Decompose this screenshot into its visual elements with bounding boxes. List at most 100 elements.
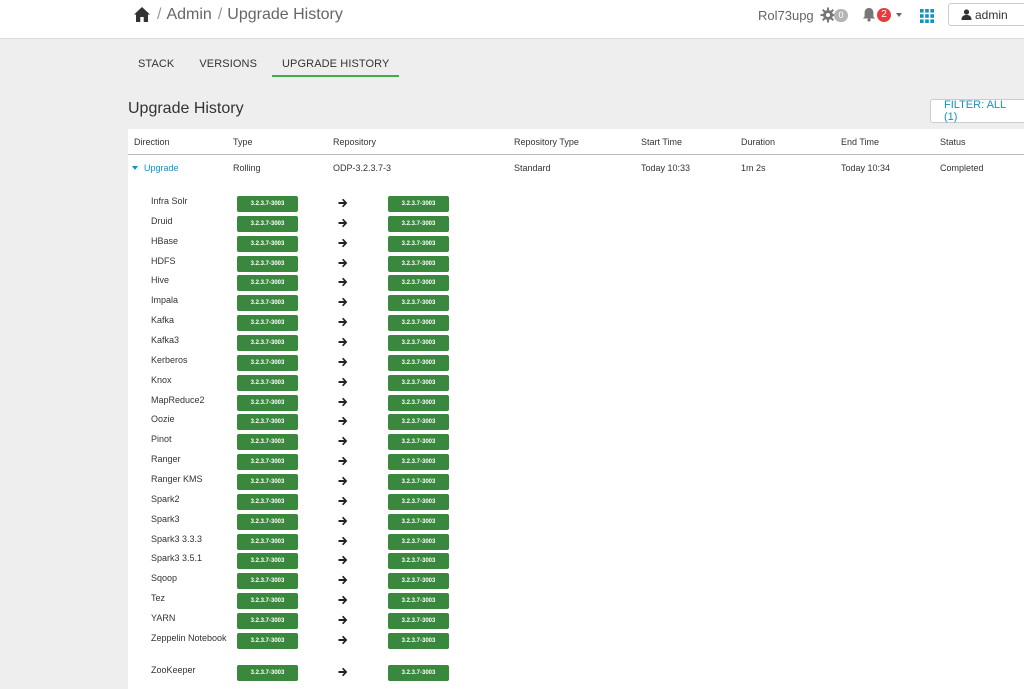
- to-version-badge: 3.2.3.7-3003: [388, 434, 449, 451]
- admin-tabs: STACK VERSIONS UPGRADE HISTORY: [128, 56, 404, 77]
- to-version-badge: 3.2.3.7-3003: [388, 196, 449, 212]
- arrow-right-icon: [338, 337, 348, 347]
- from-version-badge: 3.2.3.7-3003: [237, 454, 298, 471]
- from-version-badge: 3.2.3.7-3003: [237, 275, 298, 292]
- user-menu-button[interactable]: admin: [948, 3, 1024, 26]
- from-version-badge: 3.2.3.7-3003: [237, 573, 298, 590]
- arrow-right-icon: [338, 377, 348, 386]
- column-header[interactable]: Start Time: [641, 137, 682, 147]
- from-version-badge: 3.2.3.7-3003: [237, 493, 298, 510]
- apps-grid-icon[interactable]: [920, 9, 934, 23]
- background-ops-button[interactable]: 0: [820, 7, 848, 23]
- from-version-badge: 3.2.3.7-3003: [237, 593, 298, 609]
- service-row: MapReduce2 3.2.3.7-3003 3.2.3.7-3003: [151, 394, 551, 412]
- table-row[interactable]: Upgrade Rolling ODP-3.2.3.7-3 Standard T…: [128, 155, 1024, 181]
- duration: 1m 2s: [741, 163, 766, 173]
- column-header[interactable]: Direction: [134, 137, 170, 147]
- service-name: Hive: [151, 275, 170, 286]
- from-version-badge: 3.2.3.7-3003: [237, 513, 298, 530]
- column-header[interactable]: Repository Type: [514, 137, 579, 147]
- service-row: Zeppelin Notebook 3.2.3.7-3003 3.2.3.7-300…: [151, 632, 551, 650]
- from-version-badge: 3.2.3.7-3003: [237, 533, 298, 550]
- from-version-badge: 3.2.3.7-3003: [237, 335, 298, 351]
- service-name: Ranger: [151, 454, 181, 465]
- to-version-badge: 3.2.3.7-3003: [388, 295, 449, 312]
- alerts-button[interactable]: 2: [862, 7, 902, 22]
- from-version-badge: 3.2.3.7-3003: [237, 196, 298, 212]
- to-version-badge: 3.2.3.7-3003: [388, 553, 449, 570]
- service-row: Kerberos 3.2.3.7-3003 3.2.3.7-3003: [151, 354, 551, 372]
- to-version-badge: 3.2.3.7-3003: [388, 315, 449, 332]
- from-version-badge: 3.2.3.7-3003: [237, 235, 298, 252]
- service-name: Pinot: [151, 434, 172, 445]
- service-row: Kafka 3.2.3.7-3003 3.2.3.7-3003: [151, 314, 551, 332]
- arrow-right-icon: [338, 667, 348, 676]
- service-name: Kafka3: [151, 335, 180, 345]
- service-row: HBase 3.2.3.7-3003 3.2.3.7-3003: [151, 235, 551, 253]
- ops-count-badge: 0: [834, 8, 848, 22]
- breadcrumb-admin[interactable]: Admin: [166, 6, 211, 24]
- service-name: HDFS: [151, 255, 176, 266]
- direction-link[interactable]: Upgrade: [144, 163, 179, 173]
- column-header[interactable]: Status: [940, 137, 966, 147]
- arrow-right-icon: [338, 397, 348, 406]
- arrow-right-icon: [338, 436, 348, 446]
- arrow-right-icon: [338, 297, 348, 307]
- service-name: Ranger KMS: [151, 473, 203, 484]
- column-header[interactable]: End Time: [841, 137, 879, 147]
- service-row: Knox 3.2.3.7-3003 3.2.3.7-3003: [151, 374, 551, 392]
- filter-dropdown[interactable]: FILTER: ALL (1): [930, 99, 1024, 123]
- to-version-badge: 3.2.3.7-3003: [388, 394, 449, 411]
- start-time: Today 10:33: [641, 163, 691, 173]
- top-navbar: / Admin / Upgrade History Rol73upg 0 2 a…: [0, 0, 1024, 39]
- arrow-right-icon: [338, 575, 348, 585]
- to-version-badge: 3.2.3.7-3003: [388, 612, 449, 629]
- to-version-badge: 3.2.3.7-3003: [388, 235, 449, 252]
- to-version-badge: 3.2.3.7-3003: [388, 493, 449, 510]
- service-row: Ranger KMS 3.2.3.7-3003 3.2.3.7-3003: [151, 473, 551, 491]
- service-row: Kafka3 3.2.3.7-3003 3.2.3.7-3003: [151, 334, 551, 352]
- alerts-count-badge: 2: [877, 7, 891, 22]
- column-header[interactable]: Duration: [741, 137, 775, 147]
- arrow-right-icon: [338, 357, 348, 367]
- from-version-badge: 3.2.3.7-3003: [237, 632, 298, 649]
- cluster-name: Rol73upg: [758, 8, 814, 23]
- tab-stack[interactable]: STACK: [128, 56, 184, 75]
- home-icon[interactable]: [133, 6, 151, 24]
- chevron-down-icon: [132, 166, 138, 170]
- tab-upgrade-history[interactable]: UPGRADE HISTORY: [272, 56, 400, 77]
- user-name: admin: [975, 7, 1008, 22]
- arrow-right-icon: [338, 218, 348, 228]
- service-name: Impala: [151, 295, 179, 306]
- service-name: Knox: [151, 374, 172, 385]
- page-title: Upgrade History: [128, 100, 244, 117]
- service-row: Druid 3.2.3.7-3003 3.2.3.7-3003: [151, 215, 551, 233]
- service-name: Druid: [151, 215, 173, 226]
- arrow-right-icon: [338, 496, 348, 506]
- column-header[interactable]: Type: [233, 137, 253, 147]
- service-row: Spark3 3.2.3.7-3003 3.2.3.7-3003: [151, 513, 551, 531]
- arrow-right-icon: [338, 635, 348, 644]
- arrow-right-icon: [338, 456, 348, 466]
- arrow-right-icon: [338, 536, 348, 545]
- column-header[interactable]: Repository: [333, 137, 376, 147]
- to-version-badge: 3.2.3.7-3003: [388, 632, 449, 649]
- upgrade-toggle[interactable]: Upgrade: [132, 163, 179, 173]
- to-version-badge: 3.2.3.7-3003: [388, 275, 449, 292]
- arrow-right-icon: [338, 516, 348, 525]
- service-row: HDFS 3.2.3.7-3003 3.2.3.7-3003: [151, 255, 551, 273]
- arrow-right-icon: [338, 595, 348, 605]
- to-version-badge: 3.2.3.7-3003: [388, 473, 449, 490]
- from-version-badge: 3.2.3.7-3003: [237, 394, 298, 411]
- to-version-badge: 3.2.3.7-3003: [388, 533, 449, 550]
- tab-versions[interactable]: VERSIONS: [189, 56, 267, 75]
- service-name: Oozie: [151, 414, 175, 425]
- from-version-badge: 3.2.3.7-3003: [237, 664, 298, 681]
- to-version-badge: 3.2.3.7-3003: [388, 664, 449, 681]
- status: Completed: [940, 163, 984, 173]
- repository-name: ODP-3.2.3.7-3: [333, 163, 392, 173]
- service-row: Spark3 3.3.3 3.2.3.7-3003 3.2.3.7-3003: [151, 533, 551, 551]
- from-version-badge: 3.2.3.7-3003: [237, 354, 298, 371]
- to-version-badge: 3.2.3.7-3003: [388, 335, 449, 351]
- from-version-badge: 3.2.3.7-3003: [237, 414, 298, 431]
